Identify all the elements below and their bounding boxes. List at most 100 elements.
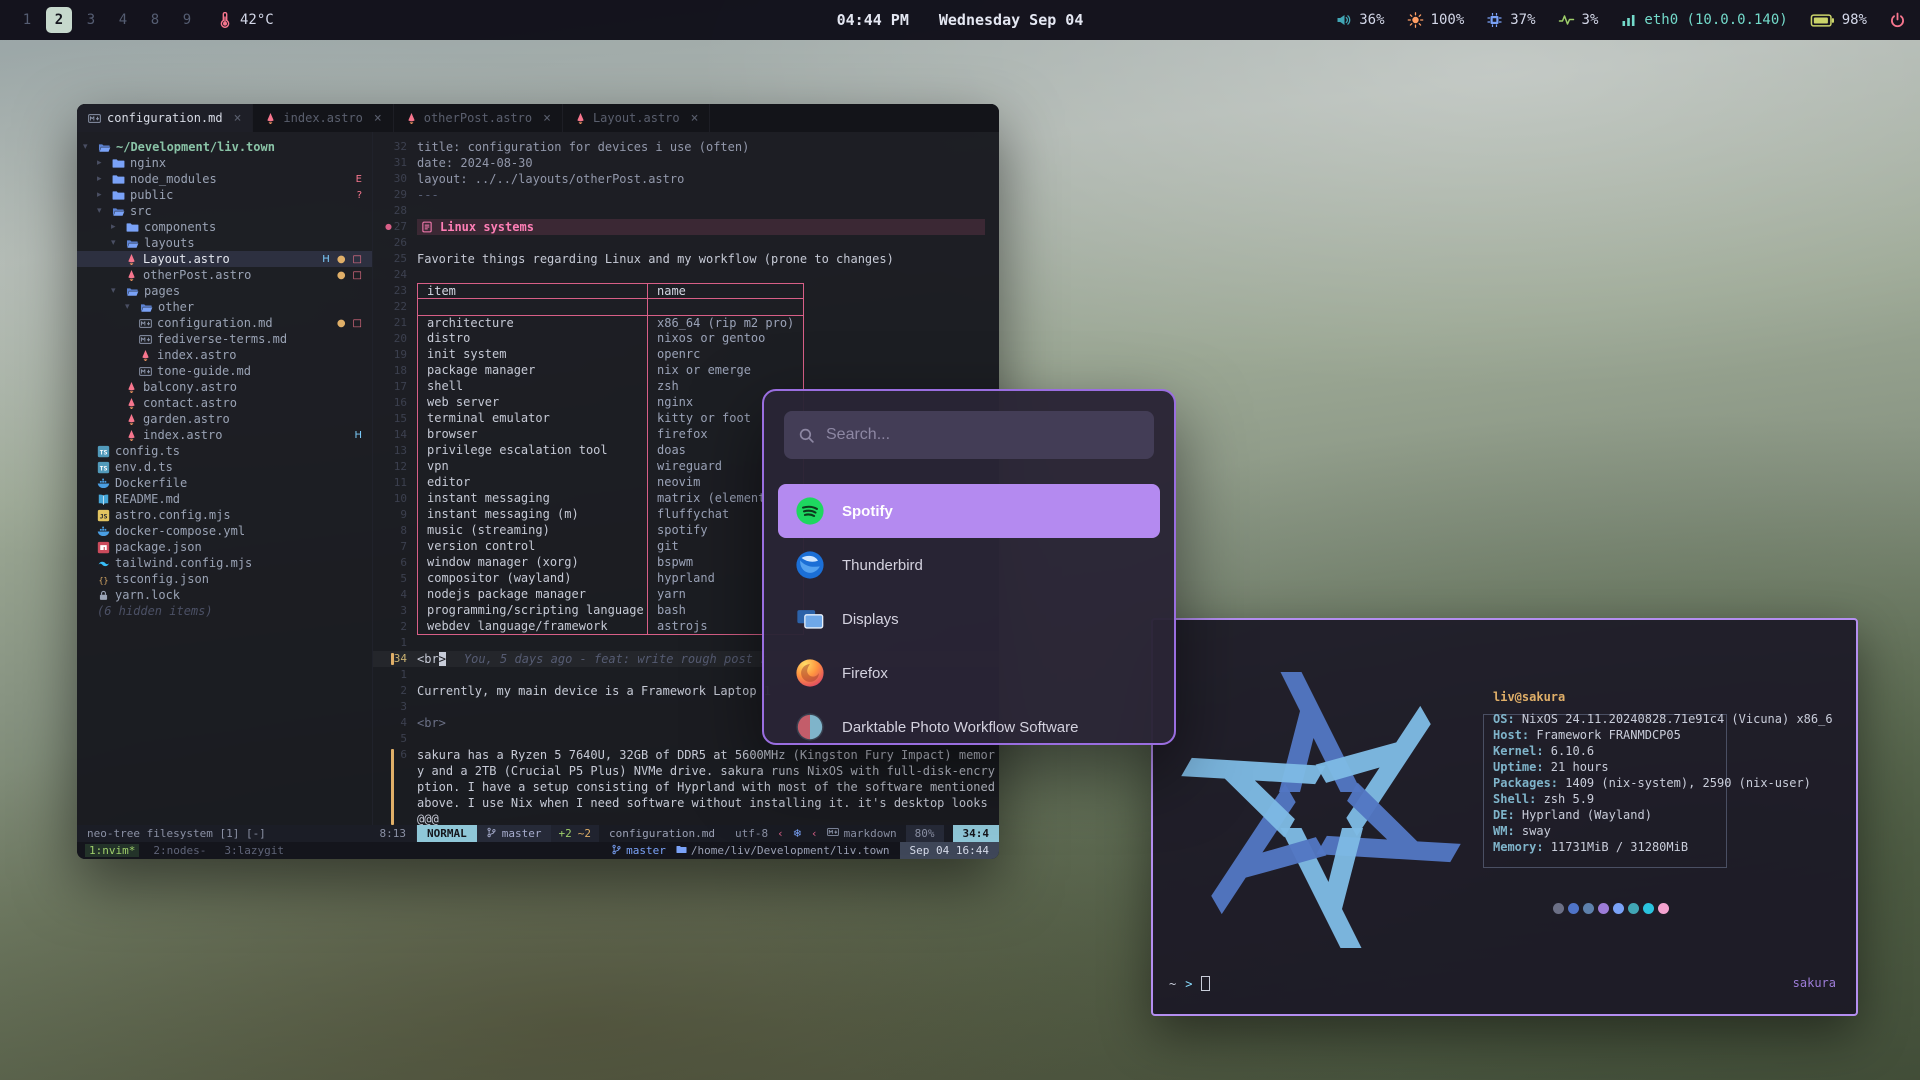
line-number: 6 <box>373 747 417 825</box>
workspace-9[interactable]: 9 <box>174 7 200 33</box>
tree-file-config.ts[interactable]: TSconfig.ts <box>77 443 372 459</box>
tree-root[interactable]: ▾~/Development/liv.town <box>77 139 372 155</box>
search-input[interactable] <box>826 426 1140 444</box>
tab-index.astro[interactable]: index.astro× <box>253 104 393 132</box>
load-module[interactable]: 3% <box>1558 12 1599 28</box>
tree-folder-public[interactable]: ▸public? <box>77 187 372 203</box>
buffer-line-text[interactable]: Currently, my main device is a Framework… <box>417 683 771 699</box>
buffer-line: 31date: 2024-08-30 <box>373 155 999 171</box>
markdown-icon <box>139 365 152 378</box>
tree-folder-node_modules[interactable]: ▸node_modulesE <box>77 171 372 187</box>
brightness-module[interactable]: 100% <box>1407 12 1465 28</box>
tree-file-tone-guide.md[interactable]: tone-guide.md <box>77 363 372 379</box>
tree-label: index.astro <box>157 348 236 362</box>
tab-configuration.md[interactable]: configuration.md× <box>77 104 253 132</box>
tree-file-garden.astro[interactable]: garden.astro <box>77 411 372 427</box>
tree-file-Dockerfile[interactable]: Dockerfile <box>77 475 372 491</box>
tree-file-yarn.lock[interactable]: yarn.lock <box>77 587 372 603</box>
status-badge: ● <box>337 270 346 281</box>
tree-folder-layouts[interactable]: ▾layouts <box>77 235 372 251</box>
buffer-line-text[interactable]: Favorite things regarding Linux and my w… <box>417 251 894 267</box>
table-cell-item: music (streaming) <box>417 523 648 539</box>
buffer-line-text[interactable]: <br> <box>417 715 446 731</box>
tab-Layout.astro[interactable]: Layout.astro× <box>563 104 711 132</box>
temperature-module[interactable]: 42°C <box>216 12 274 28</box>
tree-folder-components[interactable]: ▸components <box>77 219 372 235</box>
tmux-window-3lazygit[interactable]: 3:lazygit <box>220 844 288 857</box>
tree-file-env.d.ts[interactable]: TSenv.d.ts <box>77 459 372 475</box>
table-cell-item: terminal emulator <box>417 411 648 427</box>
workspace-3[interactable]: 3 <box>78 7 104 33</box>
tree-file-package.json[interactable]: package.json <box>77 539 372 555</box>
tree-file-README.md[interactable]: README.md <box>77 491 372 507</box>
launcher-item-thunderbird[interactable]: Thunderbird <box>778 538 1160 592</box>
search-box[interactable] <box>784 411 1154 459</box>
launcher-item-firefox[interactable]: Firefox <box>778 646 1160 700</box>
buffer-line-text[interactable]: --- <box>417 187 439 203</box>
buffer-line-text[interactable]: title: configuration for devices i use (… <box>417 139 749 155</box>
palette-dot <box>1613 903 1624 914</box>
tree-file-tsconfig.json[interactable]: {}tsconfig.json <box>77 571 372 587</box>
table-cell-item: architecture <box>417 315 648 331</box>
tree-file-configuration.md[interactable]: configuration.md●□ <box>77 315 372 331</box>
tree-folder-pages[interactable]: ▾pages <box>77 283 372 299</box>
tree-file-contact.astro[interactable]: contact.astro <box>77 395 372 411</box>
topbar: 123489 42°C 04:44 PM Wednesday Sep 04 36… <box>0 0 1920 40</box>
tree-folder-other[interactable]: ▾other <box>77 299 372 315</box>
close-icon[interactable]: × <box>691 111 699 126</box>
volume-module[interactable]: 36% <box>1335 12 1384 28</box>
network-module[interactable]: eth0 (10.0.0.140) <box>1620 12 1787 28</box>
buffer-line: 26 <box>373 235 999 251</box>
workspace-8[interactable]: 8 <box>142 7 168 33</box>
launcher-item-darktable-photo-workflow-software[interactable]: Darktable Photo Workflow Software <box>778 700 1160 745</box>
branch-icon <box>486 827 497 841</box>
buffer-line-text[interactable]: date: 2024-08-30 <box>417 155 533 171</box>
prompt-symbol: > <box>1185 977 1192 991</box>
buffer-line-text[interactable]: sakura has a Ryzen 5 7640U, 32GB of DDR5… <box>417 747 999 825</box>
tree-file-tailwind.config.mjs[interactable]: tailwind.config.mjs <box>77 555 372 571</box>
tmux-window-1nvim[interactable]: 1:nvim* <box>85 844 139 857</box>
power-module[interactable] <box>1889 12 1906 28</box>
tree-file-fediverse-terms.md[interactable]: fediverse-terms.md <box>77 331 372 347</box>
cpu-module[interactable]: 37% <box>1486 12 1535 28</box>
tree-hidden-note[interactable]: (6 hidden items) <box>77 603 372 619</box>
line-number: 20 <box>373 331 417 347</box>
workspace-1[interactable]: 1 <box>14 7 40 33</box>
tree-folder-nginx[interactable]: ▸nginx <box>77 155 372 171</box>
tmux-window-2nodes[interactable]: 2:nodes- <box>149 844 210 857</box>
tree-file-index.astro[interactable]: index.astroH <box>77 427 372 443</box>
tree-label: otherPost.astro <box>143 268 251 282</box>
git-branch-segment: master <box>477 825 551 842</box>
tree-folder-src[interactable]: ▾src <box>77 203 372 219</box>
tree-file-index.astro[interactable]: index.astro <box>77 347 372 363</box>
markdown-table-row: compositor (wayland)hyprland <box>417 571 804 587</box>
close-icon[interactable]: × <box>374 111 382 126</box>
tree-file-balcony.astro[interactable]: balcony.astro <box>77 379 372 395</box>
tree-file-astro.config.mjs[interactable]: JSastro.config.mjs <box>77 507 372 523</box>
workspace-4[interactable]: 4 <box>110 7 136 33</box>
markdown-heading[interactable]: Linux systems <box>417 219 985 235</box>
close-icon[interactable]: × <box>543 111 551 126</box>
tree-file-otherPost.astro[interactable]: otherPost.astro●□ <box>77 267 372 283</box>
json-icon: {} <box>97 573 110 586</box>
shell-prompt[interactable]: ~ > <box>1169 976 1210 991</box>
network-value: eth0 (10.0.0.140) <box>1644 12 1787 28</box>
launcher-item-label: Spotify <box>842 503 893 520</box>
astro-icon <box>139 349 152 362</box>
tree-file-docker-compose.yml[interactable]: docker-compose.yml <box>77 523 372 539</box>
line-number: 34 <box>373 651 417 667</box>
ts-icon: TS <box>97 445 110 458</box>
workspace-2[interactable]: 2 <box>46 7 72 33</box>
battery-module[interactable]: 98% <box>1810 12 1867 28</box>
buffer-line-text[interactable]: layout: ../../layouts/otherPost.astro <box>417 171 684 187</box>
launcher-item-displays[interactable]: Displays <box>778 592 1160 646</box>
tab-otherPost.astro[interactable]: otherPost.astro× <box>394 104 563 132</box>
buffer-line-text[interactable]: <br>You, 5 days ago - feat: write rough … <box>417 651 767 667</box>
close-icon[interactable]: × <box>234 111 242 126</box>
table-cell-name: name <box>648 283 804 299</box>
tree-file-Layout.astro[interactable]: Layout.astroH●□ <box>77 251 372 267</box>
terminal-palette <box>1553 903 1669 914</box>
clock-time: 04:44 PM <box>837 11 909 29</box>
launcher-item-spotify[interactable]: Spotify <box>778 484 1160 538</box>
fetch-key: Kernel: <box>1493 744 1544 758</box>
